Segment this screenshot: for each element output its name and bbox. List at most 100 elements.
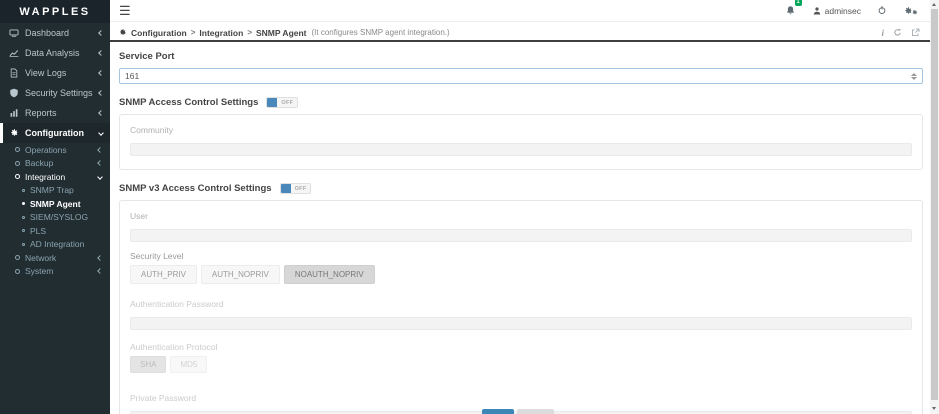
security-level-label: Security Level: [130, 251, 912, 261]
settings-button[interactable]: [903, 5, 918, 16]
sidebar-item-snmp-trap[interactable]: SNMP Trap: [0, 184, 110, 198]
snmp-v3-panel: User Security Level AUTH_PRIV AUTH_NOPRI…: [119, 200, 923, 414]
dot-icon: [22, 229, 25, 232]
sidebar-item-pls[interactable]: PLS: [0, 224, 110, 238]
chevron-left-icon: [97, 255, 103, 261]
gear-icon: [118, 28, 127, 37]
bar-chart-icon: [9, 108, 19, 118]
gear-icon: [9, 128, 19, 138]
auth-protocol-sha-button: SHA: [130, 356, 166, 373]
configuration-submenu: Operations Backup Integration SNMP Trap …: [0, 143, 110, 278]
chevron-down-icon: [98, 130, 104, 136]
chevron-down-icon: [97, 174, 103, 180]
snmp-access-toggle[interactable]: OFF: [266, 97, 298, 108]
breadcrumb-item[interactable]: Configuration: [131, 28, 187, 38]
topbar: ☰ 1 adminsec: [110, 0, 930, 22]
breadcrumb-separator: >: [247, 28, 252, 37]
scrollbar-thumb[interactable]: [931, 9, 938, 400]
sidebar-item-label: SNMP Trap: [30, 185, 74, 195]
auth-password-label: Authentication Password: [130, 299, 912, 309]
auth-protocol-label: Authentication Protocol: [130, 342, 912, 352]
dot-icon: [22, 243, 25, 246]
community-label: Community: [130, 125, 912, 135]
priv-password-label: Private Password: [130, 393, 912, 403]
vertical-scrollbar[interactable]: [930, 0, 939, 414]
stepper-down-icon[interactable]: [911, 77, 917, 80]
sidebar: WAPPLES Dashboard Data Analysis View Log…: [0, 0, 110, 414]
sidebar-item-label: View Logs: [25, 68, 66, 78]
sidebar-item-operations[interactable]: Operations: [0, 143, 110, 157]
sidebar-item-label: Data Analysis: [25, 48, 80, 58]
sidebar-item-label: Network: [25, 253, 56, 263]
refresh-icon[interactable]: [893, 28, 902, 37]
service-port-field: [119, 68, 923, 84]
main-area: ☰ 1 adminsec Configuration > Integration…: [110, 0, 930, 414]
monitor-icon: [9, 28, 19, 38]
chevron-left-icon: [97, 268, 103, 274]
info-icon[interactable]: i: [881, 28, 884, 38]
notifications-button[interactable]: 1: [785, 2, 796, 20]
sidebar-item-label: Integration: [25, 172, 65, 182]
cancel-button[interactable]: [517, 409, 554, 414]
dot-icon: [22, 202, 25, 205]
service-port-input[interactable]: [125, 71, 911, 81]
toggle-knob: [267, 98, 277, 107]
scroll-up-icon[interactable]: [932, 3, 936, 6]
hamburger-menu-icon[interactable]: ☰: [114, 4, 136, 17]
power-button[interactable]: [877, 2, 887, 20]
chevron-left-icon: [98, 50, 104, 56]
auth-password-input: [130, 317, 912, 330]
sidebar-item-security-settings[interactable]: Security Settings: [0, 83, 110, 103]
sidebar-item-label: SNMP Agent: [30, 199, 81, 209]
breadcrumb-separator: >: [191, 28, 196, 37]
toggle-knob: [281, 184, 291, 193]
snmp-v3-toggle[interactable]: OFF: [280, 183, 312, 194]
service-port-label: Service Port: [119, 51, 923, 62]
sidebar-item-label: Reports: [25, 108, 57, 118]
user-input: [130, 229, 912, 242]
security-level-auth-nopriv-button[interactable]: AUTH_NOPRIV: [201, 265, 280, 284]
external-link-icon[interactable]: [911, 28, 920, 37]
sidebar-item-ad-integration[interactable]: AD Integration: [0, 238, 110, 252]
sidebar-item-network[interactable]: Network: [0, 251, 110, 265]
chevron-left-icon: [97, 160, 103, 166]
sidebar-item-configuration[interactable]: Configuration: [0, 123, 110, 143]
breadcrumb-item[interactable]: SNMP Agent: [256, 28, 307, 38]
security-level-noauth-nopriv-button[interactable]: NOAUTH_NOPRIV: [284, 265, 375, 284]
chevron-left-icon: [97, 147, 103, 153]
sidebar-item-siem-syslog[interactable]: SIEM/SYSLOG: [0, 211, 110, 225]
form-actions: [482, 409, 554, 414]
sidebar-item-backup[interactable]: Backup: [0, 157, 110, 171]
snmp-access-heading: SNMP Access Control Settings: [119, 97, 258, 108]
sidebar-item-label: SIEM/SYSLOG: [30, 212, 88, 222]
user-menu[interactable]: adminsec: [812, 6, 861, 16]
sidebar-item-label: PLS: [30, 226, 46, 236]
sidebar-item-integration[interactable]: Integration: [0, 170, 110, 184]
security-level-auth-priv-button[interactable]: AUTH_PRIV: [130, 265, 197, 284]
circle-icon: [15, 147, 20, 152]
snmp-access-panel: Community: [119, 114, 923, 170]
chevron-left-icon: [98, 70, 104, 76]
sidebar-item-system[interactable]: System: [0, 265, 110, 279]
toggle-state-label: OFF: [277, 98, 297, 107]
chevron-left-icon: [98, 30, 104, 36]
app-logo: WAPPLES: [0, 0, 110, 23]
sidebar-item-snmp-agent[interactable]: SNMP Agent: [0, 197, 110, 211]
power-icon: [877, 5, 887, 15]
apply-button[interactable]: [482, 409, 514, 414]
gear-icon: [911, 9, 918, 16]
sidebar-item-reports[interactable]: Reports: [0, 103, 110, 123]
sidebar-item-label: Security Settings: [25, 88, 93, 98]
breadcrumb: Configuration > Integration > SNMP Agent…: [110, 25, 930, 42]
sidebar-item-dashboard[interactable]: Dashboard: [0, 23, 110, 43]
line-chart-icon: [9, 48, 19, 58]
breadcrumb-item[interactable]: Integration: [199, 28, 243, 38]
username: adminsec: [825, 6, 861, 16]
circle-icon: [15, 269, 20, 274]
sidebar-item-data-analysis[interactable]: Data Analysis: [0, 43, 110, 63]
sidebar-item-view-logs[interactable]: View Logs: [0, 63, 110, 83]
number-stepper[interactable]: [911, 73, 917, 80]
toggle-state-label: OFF: [291, 184, 311, 193]
stepper-up-icon[interactable]: [911, 73, 917, 76]
scroll-down-icon[interactable]: [932, 407, 936, 410]
